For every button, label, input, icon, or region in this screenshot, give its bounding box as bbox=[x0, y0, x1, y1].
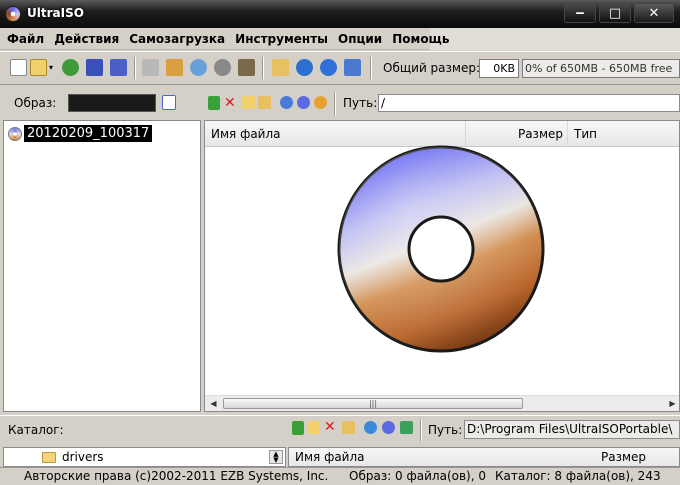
catalog-globe-icon[interactable] bbox=[364, 421, 377, 434]
add-directory-icon[interactable] bbox=[280, 96, 293, 109]
tree-root-node[interactable]: 20120209_100317 bbox=[8, 125, 153, 142]
save-icon[interactable] bbox=[86, 59, 103, 76]
column-type[interactable]: Тип bbox=[572, 121, 679, 147]
burn-icon[interactable] bbox=[214, 59, 231, 76]
menu-bootable[interactable]: Самозагрузка bbox=[125, 29, 229, 49]
delete-icon[interactable]: ✕ bbox=[224, 96, 237, 110]
catalog-label: Каталог: bbox=[8, 423, 64, 437]
scroll-right-icon[interactable]: ▶ bbox=[665, 397, 679, 411]
help-icon[interactable] bbox=[320, 59, 337, 76]
capacity-meter[interactable]: 0% of 650MB - 650MB free bbox=[522, 59, 680, 78]
local-folder-label[interactable]: drivers bbox=[62, 450, 104, 464]
image-file-list[interactable]: Имя файла Размер Тип ◀ ||| ▶ bbox=[204, 120, 680, 412]
new-icon[interactable] bbox=[10, 59, 27, 76]
status-bar: Авторские права (c)2002-2011 EZB Systems… bbox=[0, 467, 680, 485]
minimize-button[interactable]: ‒ bbox=[564, 3, 596, 23]
toolbar-separator bbox=[370, 57, 372, 79]
total-size-label: Общий размер: bbox=[383, 61, 481, 75]
catalog-bar: Каталог: ✕ Путь: D:\Program Files\UltraI… bbox=[0, 415, 680, 443]
close-button[interactable]: ✕ bbox=[634, 3, 674, 23]
cd-disc-icon bbox=[8, 126, 22, 141]
compress-icon[interactable] bbox=[238, 59, 255, 76]
ultraiso-app-icon[interactable] bbox=[5, 6, 21, 22]
file-list-hscrollbar[interactable]: ◀ ||| ▶ bbox=[205, 395, 679, 411]
save-as-icon[interactable] bbox=[110, 59, 127, 76]
catalog-path-label: Путь: bbox=[428, 423, 463, 437]
status-image-stats: Образ: 0 файла(ов), 0 KB bbox=[349, 469, 489, 483]
catalog-up-icon[interactable] bbox=[292, 421, 304, 435]
total-size-value: 0KB bbox=[479, 59, 519, 78]
menubar-filler bbox=[430, 28, 680, 50]
menu-help[interactable]: Помощь bbox=[388, 29, 453, 49]
mount-icon[interactable] bbox=[190, 59, 207, 76]
menu-file[interactable]: Файл bbox=[3, 29, 48, 49]
toolbar-separator bbox=[134, 57, 136, 79]
menu-options[interactable]: Опции bbox=[334, 29, 386, 49]
options-icon[interactable] bbox=[272, 59, 289, 76]
catalog-add-icon[interactable] bbox=[342, 421, 355, 434]
scroll-left-icon[interactable]: ◀ bbox=[206, 397, 221, 411]
image-path-label: Путь: bbox=[343, 96, 378, 110]
catalog-settings-icon[interactable] bbox=[382, 421, 395, 434]
local-tree-pane[interactable]: drivers ▲ ▼ bbox=[3, 447, 286, 467]
refresh-icon[interactable] bbox=[314, 96, 327, 109]
toolbar-separator bbox=[262, 57, 264, 79]
title-bar[interactable]: UltraISO ‒ □ ✕ bbox=[0, 0, 680, 28]
image-name-field[interactable] bbox=[68, 94, 156, 112]
image-path-field[interactable]: / bbox=[378, 94, 680, 112]
exit-icon[interactable] bbox=[344, 59, 361, 76]
local-column-size[interactable]: Размер bbox=[601, 450, 646, 464]
window-title: UltraISO bbox=[27, 6, 84, 20]
image-properties-icon[interactable] bbox=[162, 95, 176, 110]
window-controls: ‒ □ ✕ bbox=[564, 3, 674, 23]
main-toolbar: ▾ Общий размер: 0KB 0% of 650MB - 650MB … bbox=[0, 51, 680, 85]
pane-separator bbox=[334, 93, 336, 115]
open-icon[interactable] bbox=[30, 59, 47, 76]
new-folder-icon[interactable] bbox=[242, 96, 255, 109]
status-catalog-stats: Каталог: 8 файла(ов), 243 bbox=[495, 469, 661, 483]
menu-actions[interactable]: Действия bbox=[50, 29, 123, 49]
settings-icon[interactable] bbox=[297, 96, 310, 109]
scroll-thumb[interactable]: ||| bbox=[223, 398, 523, 409]
menu-tools[interactable]: Инструменты bbox=[231, 29, 332, 49]
image-tree-pane[interactable]: 20120209_100317 bbox=[3, 120, 201, 412]
catalog-refresh-icon[interactable] bbox=[400, 421, 413, 434]
convert-icon[interactable] bbox=[166, 59, 183, 76]
folder-icon bbox=[42, 452, 56, 463]
catalog-new-folder-icon[interactable] bbox=[308, 421, 320, 434]
catalog-delete-icon[interactable]: ✕ bbox=[324, 420, 337, 434]
image-label: Образ: bbox=[14, 96, 57, 110]
tree-root-label[interactable]: 20120209_100317 bbox=[24, 125, 153, 142]
add-files-icon[interactable] bbox=[258, 96, 271, 109]
local-file-list[interactable]: Имя файла Размер bbox=[288, 447, 680, 467]
extract-icon[interactable] bbox=[62, 59, 79, 76]
catalog-separator bbox=[420, 419, 422, 441]
open-dropdown-icon[interactable]: ▾ bbox=[49, 59, 55, 76]
catalog-path-field[interactable]: D:\Program Files\UltraISOPortable\ bbox=[464, 420, 680, 439]
info-icon[interactable] bbox=[296, 59, 313, 76]
local-tree-scroll-icon[interactable]: ▲ ▼ bbox=[269, 450, 283, 464]
up-arrow-icon[interactable] bbox=[208, 96, 220, 110]
disc-hole bbox=[407, 215, 475, 283]
maximize-button[interactable]: □ bbox=[599, 3, 631, 23]
make-cd-image-icon[interactable] bbox=[142, 59, 159, 76]
local-column-filename[interactable]: Имя файла bbox=[295, 450, 365, 464]
menu-bar: Файл Действия Самозагрузка Инструменты О… bbox=[0, 28, 680, 50]
status-copyright: Авторские права (c)2002-2011 EZB Systems… bbox=[24, 469, 329, 483]
cd-disc-logo bbox=[337, 145, 545, 353]
